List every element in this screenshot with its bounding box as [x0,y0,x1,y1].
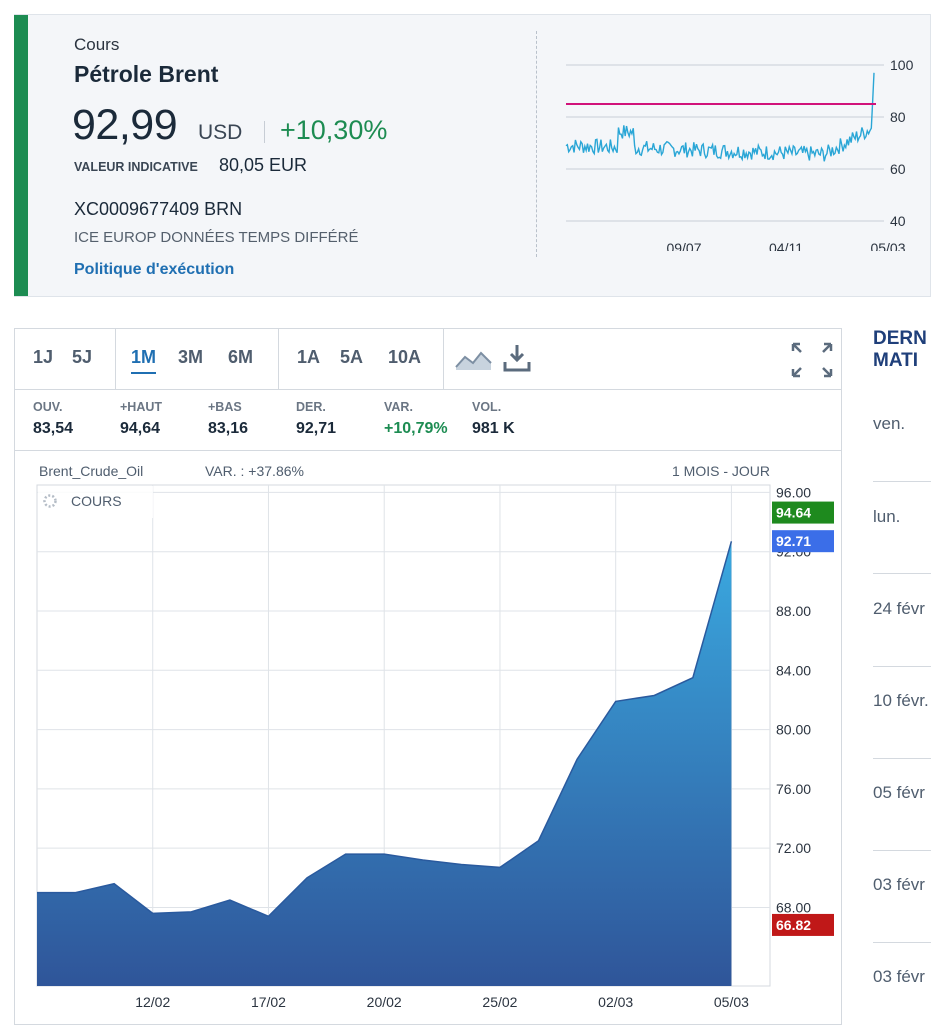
accent-bar [14,15,28,296]
stat-low: +BAS 83,16 [208,400,248,438]
quote-kicker: Cours [74,35,120,54]
isin-code: XC0009677409 BRN [74,199,243,219]
price-change: +10,30% [280,115,388,145]
y-tick-label: 72.00 [776,840,811,856]
news-sidebar: DERN MATI ven. lun. 24 févr 10 févr. 05 … [873,328,931,1034]
news-divider [873,758,931,759]
stat-change: VAR. +10,79% [384,400,448,438]
stat-value: 94,64 [120,420,161,437]
series-legend-label: COURS [71,493,122,509]
period-10a[interactable]: 10A [388,347,421,368]
news-divider [873,481,931,482]
y-tick-label: 84.00 [776,662,811,678]
toolbar-divider [443,329,444,389]
stat-label: VAR. [384,400,413,414]
y-tick-label: 88.00 [776,603,811,619]
mini-y-tick: 60 [890,161,906,177]
news-item-date[interactable]: lun. [873,507,900,527]
news-item-date[interactable]: 10 févr. [873,691,929,711]
stat-value: +10,79% [384,420,448,437]
news-item-date[interactable]: ven. [873,414,905,434]
chart-period-label: 1 MOIS - JOUR [672,463,770,479]
toolbar-divider [115,329,116,389]
news-divider [873,666,931,667]
news-item-date[interactable]: 03 févr [873,875,925,895]
news-item-date[interactable]: 03 févr [873,967,925,987]
sidebar-title-line: DERN [873,328,927,349]
market-source: ICE EUROP DONNÉES TEMPS DIFFÉRÉ [74,229,359,246]
chart-instrument-label: Brent_Crude_Oil [39,463,143,479]
mini-y-tick: 80 [890,109,906,125]
instrument-name: Pétrole Brent [74,61,219,87]
period-1j[interactable]: 1J [33,347,53,368]
indicative-value-label: VALEUR INDICATIVE [74,160,198,174]
stat-label: DER. [296,400,326,414]
header-divider [536,31,537,257]
fullscreen-icon[interactable] [790,341,834,379]
x-tick-label: 12/02 [135,994,170,1010]
stat-open: OUV. 83,54 [33,400,73,438]
chart-type-icon[interactable] [455,345,493,371]
mini-price-chart: 100 80 60 40 09/07 04/11 05/03 [565,57,914,251]
last-marker-label: 92.71 [776,533,811,549]
y-tick-label: 76.00 [776,781,811,797]
y-tick-label: 96.00 [776,484,811,500]
x-tick-label: 05/03 [714,994,749,1010]
news-divider [873,942,931,943]
x-tick-label: 17/02 [251,994,286,1010]
stat-value: 92,71 [296,420,337,437]
y-tick-label: 80.00 [776,722,811,738]
stat-last: DER. 92,71 [296,400,336,438]
stat-high: +HAUT 94,64 [120,400,162,438]
download-icon[interactable] [501,342,533,374]
stat-label: OUV. [33,400,63,414]
low-marker-label: 66.82 [776,917,811,933]
period-3m[interactable]: 3M [178,347,203,368]
period-1a[interactable]: 1A [297,347,320,368]
main-price-chart: 96.0092.0088.0084.0080.0076.0072.0068.00… [36,463,834,1010]
mini-y-tick: 100 [890,57,914,73]
stat-label: VOL. [472,400,502,414]
quote-header-card: Cours Pétrole Brent 92,99 USD +10,30% VA… [14,14,931,297]
period-5a[interactable]: 5A [340,347,363,368]
chart-toolbar: 1J 5J 1M 3M 6M 1A 5A 10A [15,329,841,390]
price-separator [264,121,265,143]
stat-volume: VOL. 981 K [472,400,515,438]
toolbar-divider [278,329,279,389]
main-chart-area: 96.0092.0088.0084.0080.0076.0072.0068.00… [15,451,841,1029]
price-currency: USD [198,121,243,144]
stat-label: +BAS [208,400,242,414]
x-tick-label: 02/03 [598,994,633,1010]
last-price: 92,99 [72,101,178,149]
mini-x-tick: 05/03 [870,240,905,251]
x-tick-label: 20/02 [367,994,402,1010]
mini-x-tick: 04/11 [769,240,803,251]
news-divider [873,850,931,851]
chart-variation-label: VAR. : +37.86% [205,463,304,479]
execution-policy-link[interactable]: Politique d'exécution [74,261,234,279]
mini-y-tick: 40 [890,213,906,229]
indicative-value: 80,05 EUR [219,155,308,175]
y-tick-label: 68.00 [776,899,811,915]
news-divider [873,573,931,574]
stats-bar: OUV. 83,54 +HAUT 94,64 +BAS 83,16 DER. 9… [15,390,841,451]
sidebar-title: DERN MATI [873,328,927,372]
period-5j[interactable]: 5J [72,347,92,368]
x-tick-label: 25/02 [482,994,517,1010]
stat-value: 83,16 [208,420,249,437]
chart-widget: 1J 5J 1M 3M 6M 1A 5A 10A OUV. 83,54 +HAU… [14,328,842,1025]
news-item-date[interactable]: 05 févr [873,783,925,803]
high-marker-label: 94.64 [776,505,811,521]
news-item-date[interactable]: 24 févr [873,599,925,619]
stat-label: +HAUT [120,400,163,414]
sidebar-title-line: MATI [873,350,919,371]
period-6m[interactable]: 6M [228,347,253,368]
stat-value: 981 K [472,420,515,437]
stat-value: 83,54 [33,420,74,437]
period-1m[interactable]: 1M [131,347,157,374]
mini-x-tick: 09/07 [666,240,701,251]
